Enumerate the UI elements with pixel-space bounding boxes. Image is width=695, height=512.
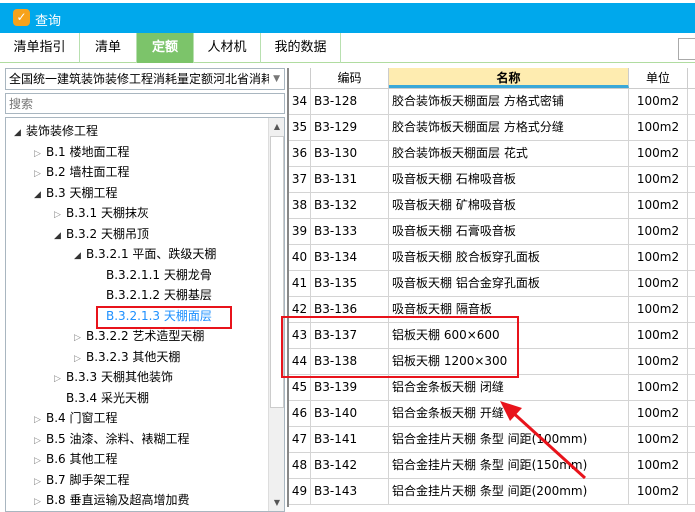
annotation-arrow (500, 401, 587, 480)
arrow-shaft (508, 408, 587, 480)
